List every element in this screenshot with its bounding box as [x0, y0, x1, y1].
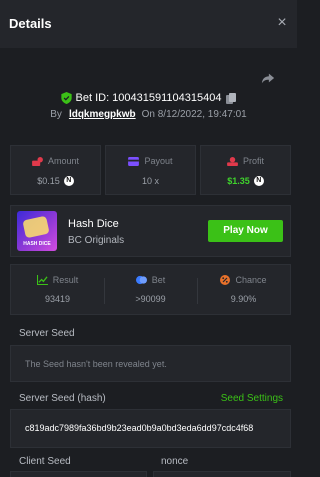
- game-name: Hash Dice: [68, 218, 119, 230]
- details-header: Details ×: [0, 0, 297, 48]
- bet-label: Bet: [151, 275, 166, 285]
- game-thumbnail-title: HASH DICE: [23, 241, 51, 247]
- result-column: Result 93419: [11, 265, 104, 314]
- client-seed-label: Client Seed: [19, 456, 71, 467]
- payout-icon: [128, 156, 140, 166]
- game-card: HASH DICE Hash Dice BC Originals Play No…: [10, 205, 291, 257]
- stat-profit-label: Profit: [242, 156, 264, 166]
- chance-column: Chance 9.90%: [197, 265, 290, 314]
- stat-amount-value: $0.15: [37, 176, 60, 186]
- nonce-field[interactable]: [153, 471, 291, 477]
- stat-payout: Payout 10 x: [105, 145, 196, 195]
- currency-icon: N: [253, 176, 264, 186]
- chance-icon: [220, 275, 231, 285]
- currency-icon: N: [63, 176, 74, 186]
- result-panel: Result 93419 Bet >90099 Chance 9.90%: [10, 264, 291, 315]
- game-provider: BC Originals: [68, 235, 125, 246]
- game-thumbnail[interactable]: HASH DICE: [17, 211, 57, 251]
- server-seed-field: The Seed hasn't been revealed yet.: [10, 345, 291, 382]
- username-link[interactable]: ldqkmegpkwb: [69, 109, 136, 120]
- stat-payout-value: 10 x: [141, 176, 159, 186]
- client-seed-field[interactable]: [10, 471, 147, 477]
- bet-stats: Amount $0.15 N Payout 10 x Profit $1.35 …: [10, 145, 291, 195]
- chance-label: Chance: [235, 275, 267, 285]
- chance-value: 9.90%: [230, 294, 257, 304]
- seed-settings-link[interactable]: Seed Settings: [221, 393, 283, 404]
- result-label: Result: [52, 275, 79, 285]
- copy-icon[interactable]: [226, 92, 237, 104]
- stat-profit: Profit $1.35 N: [200, 145, 291, 195]
- page-title: Details: [9, 16, 52, 31]
- result-value: 93419: [44, 294, 71, 304]
- bet-author-row: By ldqkmegpkwb On 8/12/2022, 19:47:01: [0, 109, 297, 123]
- stat-amount: Amount $0.15 N: [10, 145, 101, 195]
- bet-datetime: 8/12/2022, 19:47:01: [157, 109, 247, 120]
- stat-profit-value: $1.35: [227, 176, 250, 186]
- bet-coin-icon: [135, 275, 147, 285]
- on-label: On: [141, 109, 155, 120]
- server-seed-label: Server Seed: [19, 328, 75, 339]
- bet-value: >90099: [135, 294, 166, 304]
- profit-icon: [227, 156, 238, 166]
- close-icon[interactable]: ×: [275, 15, 289, 31]
- server-seed-hash-field[interactable]: c819adc7989fa36bd9b23ead0b9a0bd3eda6dd97…: [10, 409, 291, 448]
- shield-check-icon: [60, 92, 72, 105]
- by-label: By: [50, 109, 62, 120]
- server-seed-hash-label: Server Seed (hash): [19, 393, 106, 404]
- stat-payout-label: Payout: [144, 156, 173, 166]
- bet-id: Bet ID: 100431591104315404: [75, 92, 222, 104]
- share-icon[interactable]: [261, 71, 275, 85]
- bet-id-row: Bet ID: 100431591104315404: [0, 92, 297, 106]
- result-chart-icon: [36, 275, 48, 285]
- dice-icon: [22, 215, 50, 239]
- play-now-button[interactable]: Play Now: [208, 220, 283, 242]
- money-icon: [32, 156, 43, 166]
- stat-amount-label: Amount: [47, 156, 80, 166]
- bet-column: Bet >90099: [104, 265, 197, 314]
- nonce-label: nonce: [161, 456, 189, 467]
